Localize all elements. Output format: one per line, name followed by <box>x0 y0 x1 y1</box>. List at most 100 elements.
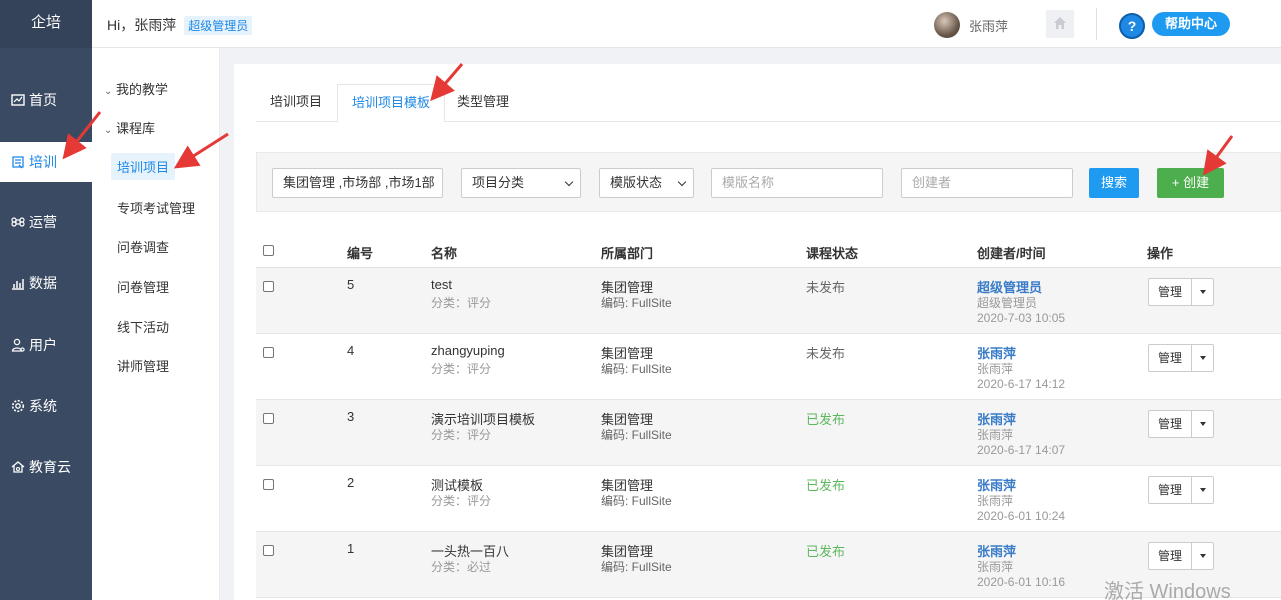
dashboard-icon <box>10 92 26 108</box>
status-select[interactable]: 模版状态 <box>599 168 694 198</box>
manage-dropdown-icon[interactable] <box>1192 279 1213 305</box>
row-status: 未发布 <box>806 280 846 295</box>
greeting-text: Hi，张雨萍 <box>107 17 177 33</box>
row-creator-sub: 张雨萍 <box>977 362 1014 376</box>
subnav-group-label: 课程库 <box>116 121 156 136</box>
row-status: 已发布 <box>806 544 846 559</box>
search-button[interactable]: 搜索 <box>1089 168 1139 198</box>
manage-button[interactable]: 管理 <box>1149 477 1192 503</box>
manage-split-button: 管理 <box>1148 410 1214 438</box>
row-code: 编码: FullSite <box>601 296 672 310</box>
nav-label: 用户 <box>29 337 57 353</box>
row-time: 2020-6-17 14:07 <box>977 443 1066 457</box>
nav-item-users[interactable]: 用户 <box>0 325 92 365</box>
row-checkbox[interactable] <box>263 479 274 490</box>
row-category: 分类：评分 <box>431 362 492 376</box>
col-action: 操作 <box>1147 246 1174 261</box>
template-name-input[interactable]: 模版名称 <box>711 168 883 198</box>
row-category: 分类：评分 <box>431 296 492 310</box>
manage-button[interactable]: 管理 <box>1149 411 1192 437</box>
top-header: Hi，张雨萍 超级管理员 张雨萍 ? 帮助中心 <box>92 0 1281 48</box>
role-badge: 超级管理员 <box>184 16 253 35</box>
greeting: Hi，张雨萍 超级管理员 <box>107 15 253 35</box>
row-checkbox[interactable] <box>263 545 274 556</box>
row-category: 分类：评分 <box>431 494 492 508</box>
manage-dropdown-icon[interactable] <box>1192 477 1213 503</box>
command-icon <box>10 214 26 230</box>
subnav-item-survey[interactable]: 问卷调查 <box>117 237 169 256</box>
nav-label: 运营 <box>29 214 57 230</box>
subnav-item-lecturer-management[interactable]: 讲师管理 <box>117 356 169 375</box>
nav-label: 数据 <box>29 275 57 291</box>
row-checkbox[interactable] <box>263 413 274 424</box>
nav-label: 培训 <box>29 154 57 170</box>
manage-button[interactable]: 管理 <box>1149 279 1192 305</box>
nav-item-operations[interactable]: 运营 <box>0 202 92 242</box>
help-center-button[interactable]: 帮助中心 <box>1152 12 1230 36</box>
row-creator-sub: 张雨萍 <box>977 428 1014 442</box>
subnav-group-my-teaching[interactable]: ⌄ 我的教学 <box>104 79 168 98</box>
table-row: 5 test 分类：评分 集团管理 编码: FullSite 未发布 超级管理员… <box>256 268 1281 334</box>
manage-split-button: 管理 <box>1148 278 1214 306</box>
department-select[interactable]: 集团管理 ,市场部 ,市场1部 <box>272 168 443 198</box>
row-time: 2020-6-01 10:16 <box>977 575 1066 589</box>
help-question-icon[interactable]: ? <box>1119 13 1145 39</box>
row-checkbox[interactable] <box>263 281 274 292</box>
row-id: 1 <box>347 541 355 556</box>
subnav-item-exam-management[interactable]: 专项考试管理 <box>117 198 195 217</box>
row-category: 分类：评分 <box>431 428 492 442</box>
manage-split-button: 管理 <box>1148 344 1214 372</box>
subnav-item-offline-activity[interactable]: 线下活动 <box>117 317 169 336</box>
nav-item-data[interactable]: 数据 <box>0 263 92 303</box>
home-button[interactable] <box>1046 10 1074 38</box>
manage-button[interactable]: 管理 <box>1149 543 1192 569</box>
row-id: 3 <box>347 409 355 424</box>
manage-split-button: 管理 <box>1148 542 1214 570</box>
left-nav: 企培 首页 培训 运营 数据 用户 系统 教育云 <box>0 0 92 600</box>
col-name: 名称 <box>431 246 458 261</box>
manage-button[interactable]: 管理 <box>1149 345 1192 371</box>
chart-icon <box>10 275 26 291</box>
manage-dropdown-icon[interactable] <box>1192 411 1213 437</box>
manage-dropdown-icon[interactable] <box>1192 345 1213 371</box>
user-icon <box>10 337 26 353</box>
header-username[interactable]: 张雨萍 <box>969 16 1008 35</box>
tab-training-project[interactable]: 培训项目 <box>256 84 336 122</box>
create-button[interactable]: + 创建 <box>1157 168 1224 198</box>
header-divider <box>1096 8 1097 40</box>
cloud-icon <box>10 459 26 475</box>
row-status: 未发布 <box>806 346 846 361</box>
table-row: 4 zhangyuping 分类：评分 集团管理 编码: FullSite 未发… <box>256 334 1281 400</box>
tab-type-management[interactable]: 类型管理 <box>443 84 523 122</box>
home-icon <box>1052 15 1068 34</box>
main-panel: 培训项目 培训项目模板 类型管理 集团管理 ,市场部 ,市场1部 项目分类 模版… <box>234 64 1281 600</box>
filter-bar: 集团管理 ,市场部 ,市场1部 项目分类 模版状态 模版名称 创建者 搜索 + … <box>256 152 1281 212</box>
creator-input[interactable]: 创建者 <box>901 168 1073 198</box>
row-checkbox[interactable] <box>263 347 274 358</box>
subnav-item-survey-management[interactable]: 问卷管理 <box>117 277 169 296</box>
col-department: 所属部门 <box>601 246 654 261</box>
row-id: 4 <box>347 343 355 358</box>
subnav-item-training-project[interactable]: 培训项目 <box>111 153 176 180</box>
tab-training-template[interactable]: 培训项目模板 <box>337 84 446 123</box>
table-row: 3 演示培训项目模板 分类：评分 集团管理 编码: FullSite 已发布 张… <box>256 400 1281 466</box>
category-select[interactable]: 项目分类 <box>461 168 581 198</box>
row-name: test <box>431 277 452 292</box>
nav-item-edu-cloud[interactable]: 教育云 <box>0 447 92 487</box>
manage-split-button: 管理 <box>1148 476 1214 504</box>
subnav-group-course-library[interactable]: ⌄ 课程库 <box>104 118 155 137</box>
row-code: 编码: FullSite <box>601 560 672 574</box>
subnav-group-label: 我的教学 <box>116 82 169 97</box>
col-id: 编号 <box>347 246 374 261</box>
windows-watermark: 激活 Windows <box>1104 581 1231 600</box>
book-icon <box>10 154 26 170</box>
row-status: 已发布 <box>806 412 846 427</box>
nav-item-system[interactable]: 系统 <box>0 386 92 426</box>
avatar[interactable] <box>934 12 960 38</box>
manage-dropdown-icon[interactable] <box>1192 543 1213 569</box>
select-all-checkbox[interactable] <box>263 245 274 256</box>
nav-item-home[interactable]: 首页 <box>0 80 92 120</box>
tab-bar: 培训项目 培训项目模板 类型管理 <box>256 84 1281 123</box>
nav-item-training[interactable]: 培训 <box>0 142 92 182</box>
row-code: 编码: FullSite <box>601 494 672 508</box>
